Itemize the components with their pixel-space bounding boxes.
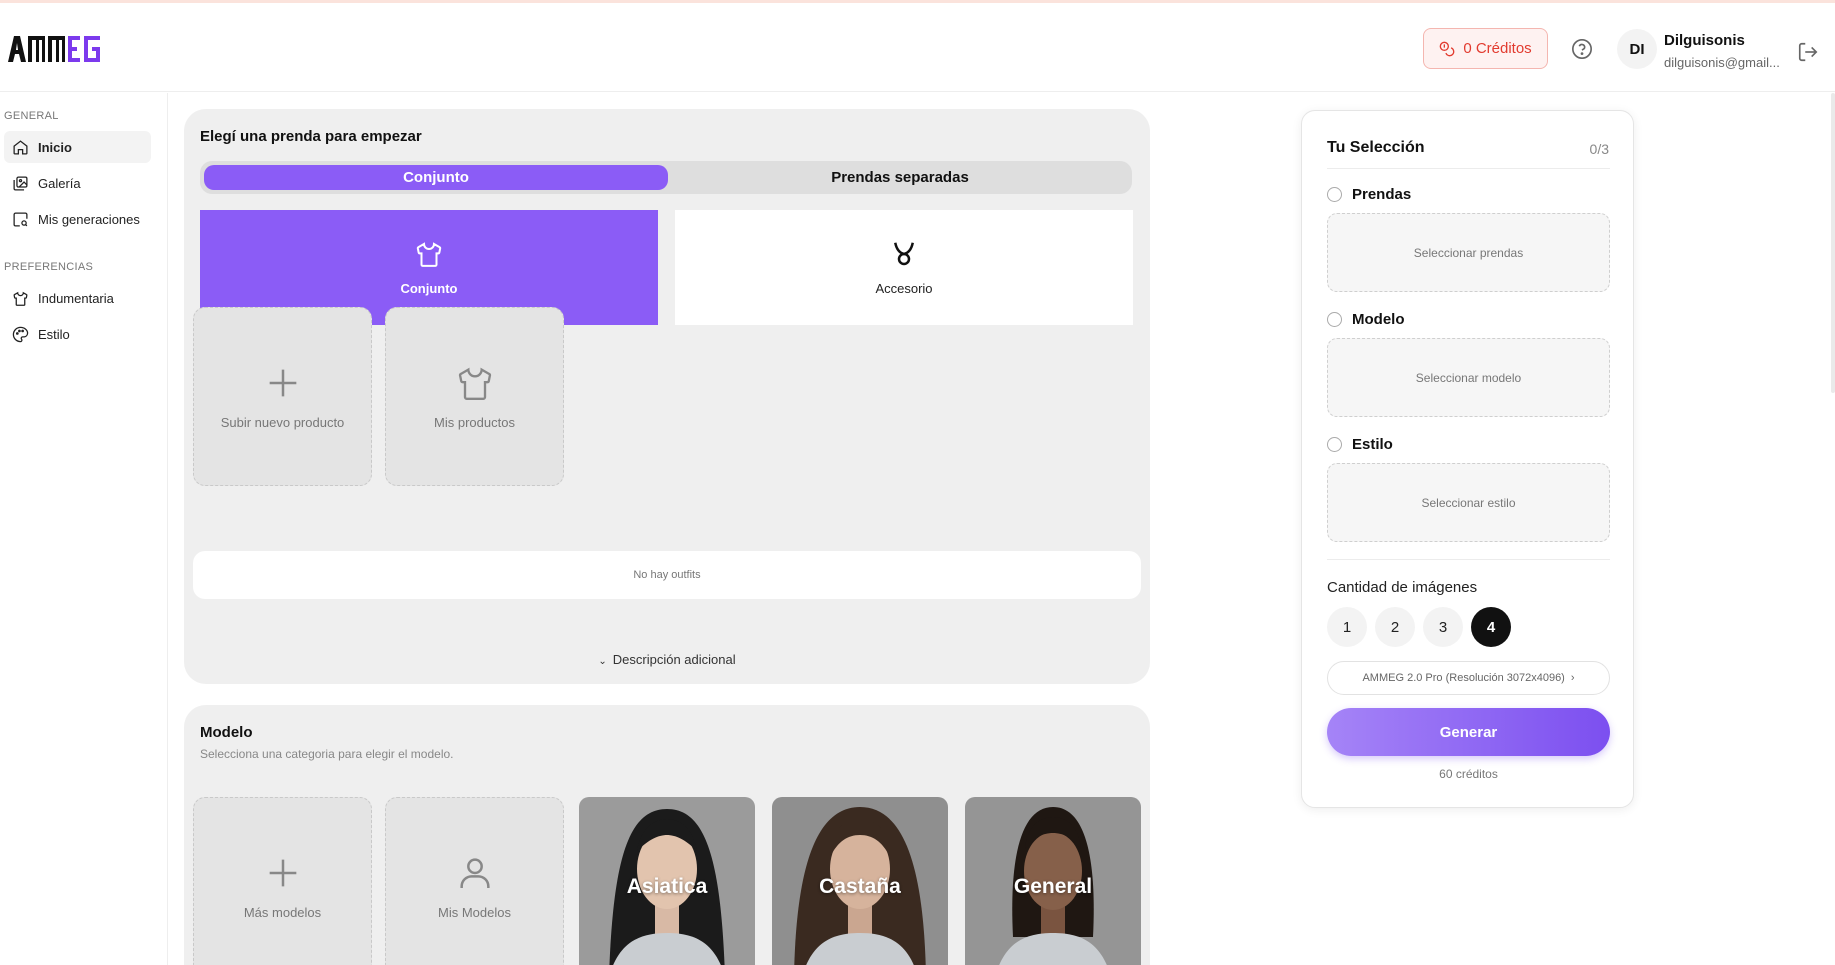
sidebar-item-label: Galería — [38, 175, 81, 191]
prendas-step[interactable]: Prendas — [1327, 186, 1411, 203]
select-prendas-slot[interactable]: Seleccionar prendas — [1327, 213, 1610, 292]
user-email: dilguisonis@gmail... — [1664, 55, 1780, 70]
ammeg-logo[interactable] — [8, 36, 100, 62]
sidebar-item-galeria[interactable]: Galería — [4, 167, 151, 199]
avatar[interactable]: DI — [1617, 29, 1657, 69]
my-products-card[interactable]: Mis productos — [385, 307, 564, 486]
prendas-label: Prendas — [1352, 186, 1412, 203]
selection-panel: Tu Selección 0/3 Prendas Seleccionar pre… — [1301, 110, 1634, 808]
model-category-asiatica[interactable]: Asiatica — [579, 797, 755, 965]
plus-icon — [269, 369, 296, 397]
gallery-icon — [13, 175, 28, 191]
credits-label: 0 Créditos — [1463, 40, 1532, 57]
chevron-down-icon: ⌄ — [598, 656, 607, 667]
my-models-card[interactable]: Mis Modelos — [385, 797, 564, 965]
selection-title: Tu Selección — [1327, 139, 1425, 156]
sidebar-item-inicio[interactable]: Inicio — [4, 131, 151, 163]
plus-icon — [269, 859, 296, 887]
prendas-radio[interactable] — [1327, 187, 1342, 202]
palette-icon — [12, 326, 29, 342]
sidebar-item-estilo[interactable]: Estilo — [4, 318, 151, 350]
sidebar-section-general: GENERAL — [4, 110, 59, 122]
quantity-option-4[interactable]: 4 — [1471, 607, 1511, 647]
shirt-icon — [416, 242, 442, 267]
sidebar-section-preferences: PREFERENCIAS — [4, 261, 94, 273]
quantity-option-2[interactable]: 2 — [1375, 607, 1415, 647]
shirt-icon — [13, 291, 28, 306]
model-category-general[interactable]: General — [965, 797, 1141, 965]
sidebar-item-label: Inicio — [38, 139, 72, 155]
logout-icon[interactable] — [1797, 41, 1819, 63]
credits-button[interactable]: 0 Créditos — [1423, 28, 1548, 69]
generations-icon — [13, 211, 28, 227]
modelo-label: Modelo — [1352, 311, 1405, 328]
select-modelo-slot[interactable]: Seleccionar modelo — [1327, 338, 1610, 417]
quantity-option-1[interactable]: 1 — [1327, 607, 1367, 647]
divider — [1327, 168, 1610, 169]
type-card-label: Conjunto — [400, 281, 458, 296]
home-icon — [13, 139, 28, 155]
empty-outfits-message: No hay outfits — [193, 551, 1141, 599]
sidebar-item-label: Mis generaciones — [38, 211, 140, 227]
my-products-label: Mis productos — [434, 415, 515, 430]
type-card-label: Accesorio — [875, 281, 933, 296]
quantity-option-3[interactable]: 3 — [1423, 607, 1463, 647]
garment-panel: Elegí una prenda para empezar Conjunto P… — [184, 109, 1150, 684]
modelo-step[interactable]: Modelo — [1327, 311, 1405, 328]
quantity-label: Cantidad de imágenes — [1327, 579, 1478, 596]
selection-count: 0/3 — [1589, 141, 1609, 157]
model-category-label: Asiatica — [626, 875, 708, 898]
model-category-castana[interactable]: Castaña — [772, 797, 948, 965]
coins-icon — [1439, 41, 1455, 56]
model-version-selector[interactable]: AMMEG 2.0 Pro (Resolución 3072x4096) › — [1327, 661, 1610, 695]
chevron-right-icon: › — [1570, 672, 1575, 684]
help-icon[interactable] — [1571, 38, 1593, 60]
generate-button[interactable]: Generar — [1327, 708, 1610, 756]
upload-product-label: Subir nuevo producto — [220, 415, 345, 430]
model-panel-subtitle: Selecciona una categoria para elegir el … — [200, 747, 454, 761]
tab-prendas-separadas[interactable]: Prendas separadas — [672, 165, 1128, 190]
model-panel-title: Modelo — [200, 724, 253, 741]
shirt-icon — [458, 367, 491, 400]
divider — [1327, 559, 1610, 560]
model-version-label: AMMEG 2.0 Pro (Resolución 3072x4096) — [1362, 672, 1565, 684]
type-card-accesorio[interactable]: Accesorio — [675, 210, 1133, 325]
sidebar-item-mis-generaciones[interactable]: Mis generaciones — [4, 203, 151, 235]
estilo-label: Estilo — [1352, 436, 1393, 453]
accessory-icon — [894, 242, 914, 266]
estilo-radio[interactable] — [1327, 437, 1342, 452]
more-models-card[interactable]: Más modelos — [193, 797, 372, 965]
sidebar: GENERAL Inicio Galería Mis generaciones … — [0, 93, 168, 965]
additional-description-label: Descripción adicional — [612, 652, 736, 667]
scrollbar[interactable] — [1831, 93, 1835, 393]
garment-panel-title: Elegí una prenda para empezar — [200, 128, 422, 145]
sidebar-item-label: Estilo — [38, 326, 70, 342]
user-icon — [459, 858, 490, 888]
more-models-label: Más modelos — [243, 905, 322, 920]
model-category-label: General — [1013, 875, 1093, 898]
generate-cost: 60 créditos — [1439, 767, 1498, 781]
sidebar-item-indumentaria[interactable]: Indumentaria — [4, 282, 151, 314]
modelo-radio[interactable] — [1327, 312, 1342, 327]
my-models-label: Mis Modelos — [438, 905, 511, 920]
garment-mode-toggle: Conjunto Prendas separadas — [200, 161, 1132, 194]
estilo-step[interactable]: Estilo — [1327, 436, 1393, 453]
select-estilo-slot[interactable]: Seleccionar estilo — [1327, 463, 1610, 542]
user-name: Dilguisonis — [1664, 32, 1745, 49]
top-header: 0 Créditos DI Dilguisonis dilguisonis@gm… — [0, 3, 1835, 92]
sidebar-item-label: Indumentaria — [38, 290, 114, 306]
model-category-label: Castaña — [819, 875, 901, 898]
model-panel: Modelo Selecciona una categoria para ele… — [184, 705, 1150, 965]
tab-conjunto[interactable]: Conjunto — [204, 165, 668, 190]
additional-description-toggle[interactable]: ⌄ Descripción adicional — [184, 652, 1150, 667]
upload-product-card[interactable]: Subir nuevo producto — [193, 307, 372, 486]
